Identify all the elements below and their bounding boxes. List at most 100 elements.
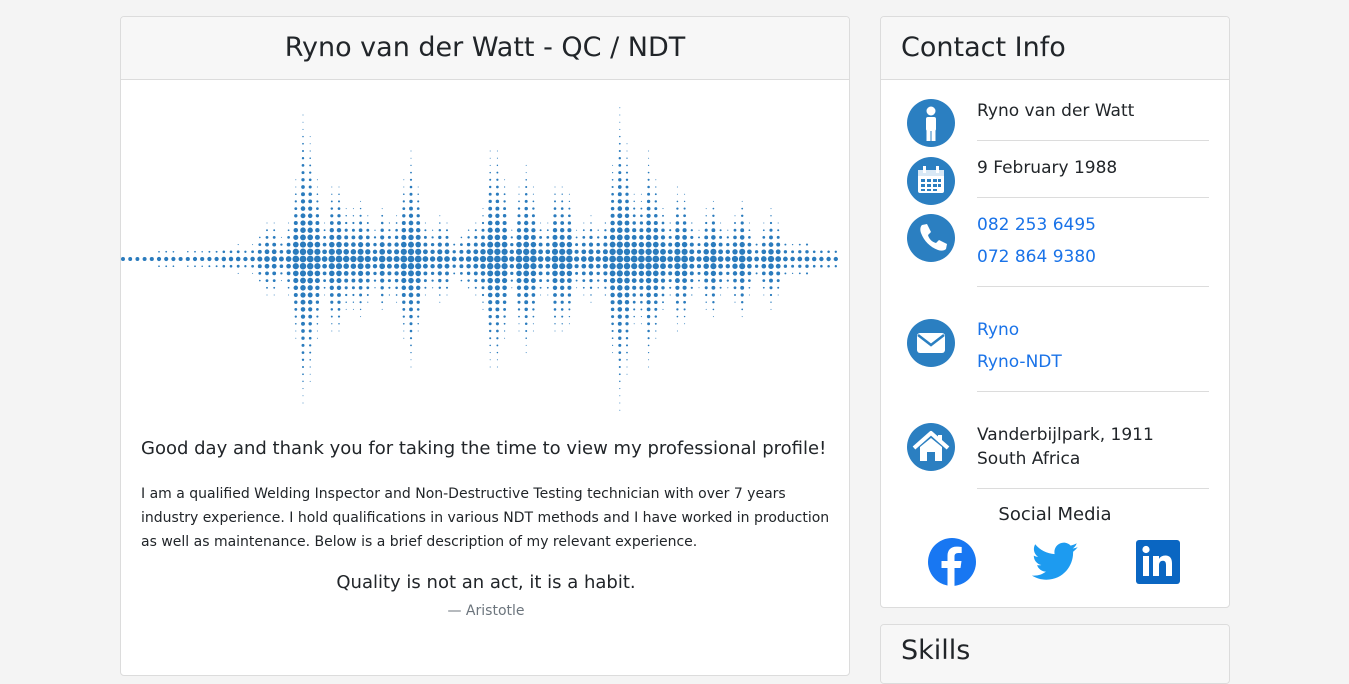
waveform-dot xyxy=(655,179,657,181)
waveform-dot xyxy=(338,186,340,188)
facebook-icon[interactable] xyxy=(927,537,977,587)
waveform-dot xyxy=(669,294,671,296)
waveform-dot xyxy=(294,193,297,196)
waveform-dot xyxy=(494,248,501,255)
waveform-dot xyxy=(489,150,491,152)
waveform-dot xyxy=(308,185,312,189)
waveform-dot xyxy=(135,257,140,261)
waveform-dot xyxy=(812,250,816,254)
waveform-dot xyxy=(328,255,336,263)
waveform-dot xyxy=(761,249,767,255)
waveform-dot xyxy=(718,242,723,247)
waveform-dot xyxy=(611,185,614,189)
waveform-dot xyxy=(712,200,714,202)
waveform-dot xyxy=(301,351,305,354)
waveform-dot xyxy=(647,329,650,333)
waveform-dot xyxy=(775,263,781,269)
waveform-dot xyxy=(516,234,522,240)
waveform-dot xyxy=(403,337,405,339)
waveform-dot xyxy=(689,271,694,276)
waveform-dot xyxy=(359,207,362,210)
linkedin-icon[interactable] xyxy=(1133,537,1183,587)
waveform-dot xyxy=(316,330,318,332)
waveform-dot xyxy=(517,293,521,297)
phone-link-2[interactable]: 072 864 9380 xyxy=(977,245,1096,269)
waveform-dot xyxy=(487,263,494,270)
waveform-dot xyxy=(531,285,536,290)
waveform-dot xyxy=(761,263,767,269)
waveform-dot xyxy=(328,263,335,270)
waveform-dot xyxy=(279,250,284,254)
waveform-dot xyxy=(422,263,428,269)
waveform-dot xyxy=(316,323,319,325)
waveform-dot xyxy=(705,215,707,217)
waveform-dot xyxy=(380,228,384,232)
waveform-dot xyxy=(523,277,529,284)
waveform-dot xyxy=(539,235,543,239)
waveform-dot xyxy=(811,256,817,262)
waveform-dot xyxy=(172,265,175,268)
waveform-dot xyxy=(719,235,723,239)
waveform-dot xyxy=(532,207,535,210)
waveform-dot xyxy=(691,294,693,296)
waveform-dot xyxy=(761,242,766,247)
waveform-dot xyxy=(575,243,579,247)
waveform-dot xyxy=(660,270,666,276)
waveform-dot xyxy=(568,193,570,195)
waveform-dot xyxy=(583,222,585,224)
waveform-dot xyxy=(732,263,738,269)
waveform-dot xyxy=(553,300,557,304)
waveform-dot xyxy=(682,285,687,290)
waveform-dot xyxy=(280,236,282,238)
waveform-dot xyxy=(624,307,630,312)
waveform-dot xyxy=(784,243,787,246)
phone-link-1[interactable]: 082 253 6495 xyxy=(977,213,1096,237)
waveform-dot xyxy=(538,271,543,276)
waveform-dot xyxy=(552,278,558,284)
waveform-dot xyxy=(503,307,507,311)
waveform-dot xyxy=(473,249,479,255)
divider xyxy=(977,286,1209,287)
email-link-2[interactable]: Ryno-NDT xyxy=(977,350,1062,374)
waveform-dot xyxy=(647,185,650,189)
waveform-dot xyxy=(653,234,659,240)
waveform-dot xyxy=(379,263,386,270)
waveform-dot xyxy=(431,229,434,231)
waveform-dot xyxy=(266,286,268,289)
waveform-dot xyxy=(417,193,419,195)
waveform-dot xyxy=(322,249,327,255)
waveform-dot xyxy=(647,344,650,347)
waveform-dot xyxy=(286,263,291,269)
waveform-dot xyxy=(611,329,614,333)
waveform-dot xyxy=(733,235,737,240)
twitter-icon[interactable] xyxy=(1030,537,1080,587)
waveform-dot xyxy=(366,228,370,232)
waveform-dot xyxy=(372,249,378,254)
waveform-dot xyxy=(674,278,680,284)
waveform-dot xyxy=(366,286,370,290)
waveform-dot xyxy=(316,207,319,210)
waveform-dot xyxy=(301,157,305,160)
waveform-dot xyxy=(331,323,333,325)
waveform-dot xyxy=(403,179,405,181)
waveform-dot xyxy=(632,214,636,218)
waveform-dot xyxy=(609,248,616,255)
waveform-dot xyxy=(525,337,527,339)
waveform-dot xyxy=(739,263,746,270)
waveform-dot xyxy=(502,234,508,240)
waveform-dot xyxy=(423,279,427,283)
email-link-1[interactable]: Ryno xyxy=(977,318,1019,342)
contact-name: Ryno van der Watt xyxy=(977,101,1135,121)
waveform-dot xyxy=(431,236,434,239)
waveform-dot xyxy=(338,193,340,195)
waveform-dot xyxy=(438,228,442,232)
waveform-dot xyxy=(503,315,506,318)
waveform-dot xyxy=(409,329,413,333)
waveform-dot xyxy=(365,271,371,276)
waveform-dot xyxy=(495,213,500,218)
waveform-dot xyxy=(489,359,491,361)
waveform-dot xyxy=(380,221,384,225)
waveform-dot xyxy=(495,220,500,226)
waveform-dot xyxy=(494,285,500,291)
waveform-dot xyxy=(675,214,679,218)
